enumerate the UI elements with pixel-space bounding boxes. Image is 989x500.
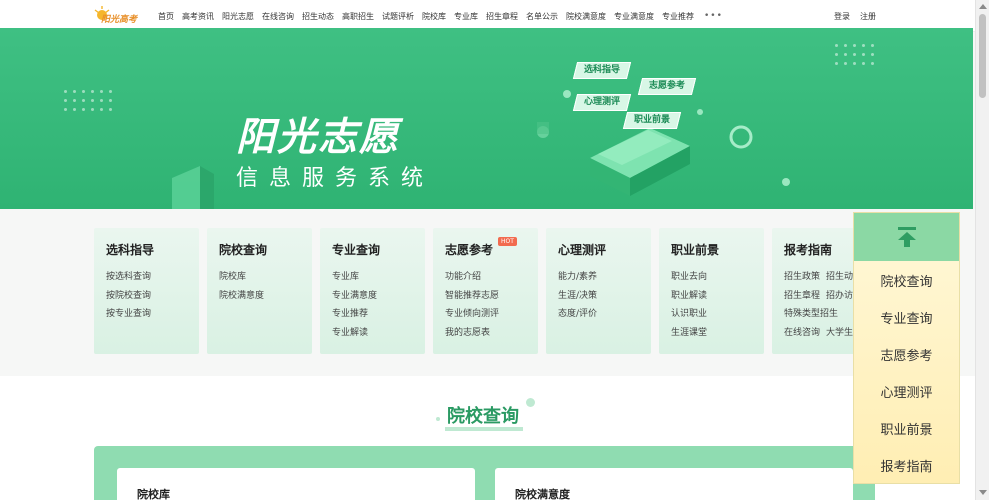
float-item-apply-guide[interactable]: 报考指南 [854, 456, 959, 475]
school-db-card[interactable]: 院校库 [117, 468, 475, 500]
banner-tag-volunteer-ref: 志愿参考 [637, 78, 697, 95]
page: 阳光高考 首页 高考资讯 阳光志愿 在线咨询 招生动态 高职招生 试题评析 院校… [0, 0, 989, 500]
decor-dot [436, 417, 440, 421]
category-card-career[interactable]: 职业前景 职业去向 职业解读 认识职业 生涯课堂 [659, 228, 764, 354]
category-title[interactable]: 院校查询 [219, 241, 312, 258]
nav-item-list-publicity[interactable]: 名单公示 [526, 11, 558, 22]
float-item-career[interactable]: 职业前景 [854, 419, 959, 438]
login-link[interactable]: 登录 [834, 11, 850, 22]
category-link[interactable]: 职业解读 [671, 287, 764, 306]
banner-tag-subject-guide: 选科指导 [572, 62, 632, 79]
scroll-thumb[interactable] [979, 14, 986, 98]
category-link[interactable]: 特殊类型招生 [784, 305, 838, 324]
category-link[interactable]: 生涯课堂 [671, 324, 764, 343]
category-link[interactable]: 招生政策 [784, 268, 820, 287]
nav-item-major-db[interactable]: 专业库 [454, 11, 478, 22]
banner-tag-psych-test: 心理测评 [572, 94, 632, 111]
category-link[interactable]: 能力/素养 [558, 268, 651, 287]
site-logo[interactable]: 阳光高考 [93, 6, 143, 26]
category-card-school-search[interactable]: 院校查询 院校库 院校满意度 [207, 228, 312, 354]
banner-tag-career: 职业前景 [622, 112, 682, 129]
more-menu-icon[interactable]: ••• [704, 11, 723, 21]
card-title[interactable]: 院校库 [137, 486, 170, 500]
float-item-major-search[interactable]: 专业查询 [854, 308, 959, 327]
register-link[interactable]: 注册 [860, 11, 876, 22]
category-card-subject-guide[interactable]: 选科指导 按选科查询 按院校查询 按专业查询 [94, 228, 199, 354]
nav-item-school-satisfaction[interactable]: 院校满意度 [566, 11, 606, 22]
float-item-psych-test[interactable]: 心理测评 [854, 382, 959, 401]
category-link[interactable]: 认识职业 [671, 305, 764, 324]
school-satisfaction-card[interactable]: 院校满意度 [495, 468, 853, 500]
category-card-volunteer-ref[interactable]: 志愿参考 HOT 功能介绍 智能推荐志愿 专业倾向测评 我的志愿表 [433, 228, 538, 354]
scroll-up-arrow-icon[interactable] [979, 4, 987, 9]
category-card-psych-test[interactable]: 心理测评 能力/素养 生涯/决策 态度/评价 [546, 228, 651, 354]
category-link[interactable]: 在线咨询 [784, 324, 820, 343]
nav-item-news[interactable]: 高考资讯 [182, 11, 214, 22]
category-title[interactable]: 心理测评 [558, 241, 651, 258]
category-card-major-search[interactable]: 专业查询 专业库 专业满意度 专业推荐 专业解读 [320, 228, 425, 354]
float-item-school-search[interactable]: 院校查询 [854, 271, 959, 290]
floating-side-menu: 院校查询 专业查询 志愿参考 心理测评 职业前景 报考指南 [853, 212, 960, 484]
category-link[interactable]: 专业满意度 [332, 287, 425, 306]
category-link[interactable]: 专业解读 [332, 324, 425, 343]
nav-item-major-satisfaction[interactable]: 专业满意度 [614, 11, 654, 22]
category-link[interactable]: 招办访 [826, 287, 853, 306]
nav-item-school-db[interactable]: 院校库 [422, 11, 446, 22]
category-link[interactable]: 招生动 [826, 268, 853, 287]
arrow-up-icon [897, 227, 916, 247]
nav-item-admission-news[interactable]: 招生动态 [302, 11, 334, 22]
category-title[interactable]: 选科指导 [106, 241, 199, 258]
category-title[interactable]: 专业查询 [332, 241, 425, 258]
banner-illustration [172, 90, 790, 209]
hot-badge: HOT [498, 237, 517, 246]
banner-subtitle: 信息服务系统 [236, 166, 435, 191]
category-cards: 选科指导 按选科查询 按院校查询 按专业查询 院校查询 院校库 院校满意度 专业… [94, 228, 877, 354]
category-link[interactable]: 态度/评价 [558, 305, 651, 324]
category-link[interactable]: 按院校查询 [106, 287, 199, 306]
nav-item-vocational[interactable]: 高职招生 [342, 11, 374, 22]
card-title[interactable]: 院校满意度 [515, 486, 570, 500]
decor-dot [526, 398, 535, 407]
nav-item-exam-review[interactable]: 试题评析 [382, 11, 414, 22]
hero-banner: 阳光志愿 信息服务系统 选科指导 志愿参考 心理测评 职业前景 [0, 28, 973, 209]
nav-item-admission-rules[interactable]: 招生章程 [486, 11, 518, 22]
category-link[interactable]: 大学生 [826, 324, 853, 343]
category-link[interactable]: 我的志愿表 [445, 324, 538, 343]
category-link[interactable]: 专业库 [332, 268, 425, 287]
category-link[interactable]: 智能推荐志愿 [445, 287, 538, 306]
back-to-top-button[interactable] [854, 213, 959, 261]
logo-text: 阳光高考 [101, 15, 138, 25]
school-search-section: 院校查询 院校库 院校满意度 [0, 376, 975, 500]
category-link[interactable]: 招生章程 [784, 287, 820, 306]
nav-item-online-consult[interactable]: 在线咨询 [262, 11, 294, 22]
category-link[interactable]: 按专业查询 [106, 305, 199, 324]
nav-item-sunshine-volunteer[interactable]: 阳光志愿 [222, 11, 254, 22]
category-link[interactable]: 院校库 [219, 268, 312, 287]
float-item-volunteer-ref[interactable]: 志愿参考 [854, 345, 959, 364]
category-title[interactable]: 职业前景 [671, 241, 764, 258]
category-link[interactable]: 生涯/决策 [558, 287, 651, 306]
scroll-down-arrow-icon[interactable] [979, 490, 987, 495]
nav-item-home[interactable]: 首页 [158, 11, 174, 22]
category-link[interactable]: 功能介绍 [445, 268, 538, 287]
section-title: 院校查询 [447, 406, 519, 427]
vertical-scrollbar[interactable] [975, 0, 989, 500]
auth-links: 登录 注册 [834, 11, 876, 22]
category-link[interactable]: 院校满意度 [219, 287, 312, 306]
nav-item-major-recommend[interactable]: 专业推荐 [662, 11, 694, 22]
banner-title: 阳光志愿 [236, 115, 401, 160]
category-link[interactable]: 按选科查询 [106, 268, 199, 287]
category-link[interactable]: 专业倾向测评 [445, 305, 538, 324]
category-link[interactable]: 职业去向 [671, 268, 764, 287]
category-link[interactable]: 专业推荐 [332, 305, 425, 324]
category-title[interactable]: 志愿参考 [445, 241, 538, 258]
